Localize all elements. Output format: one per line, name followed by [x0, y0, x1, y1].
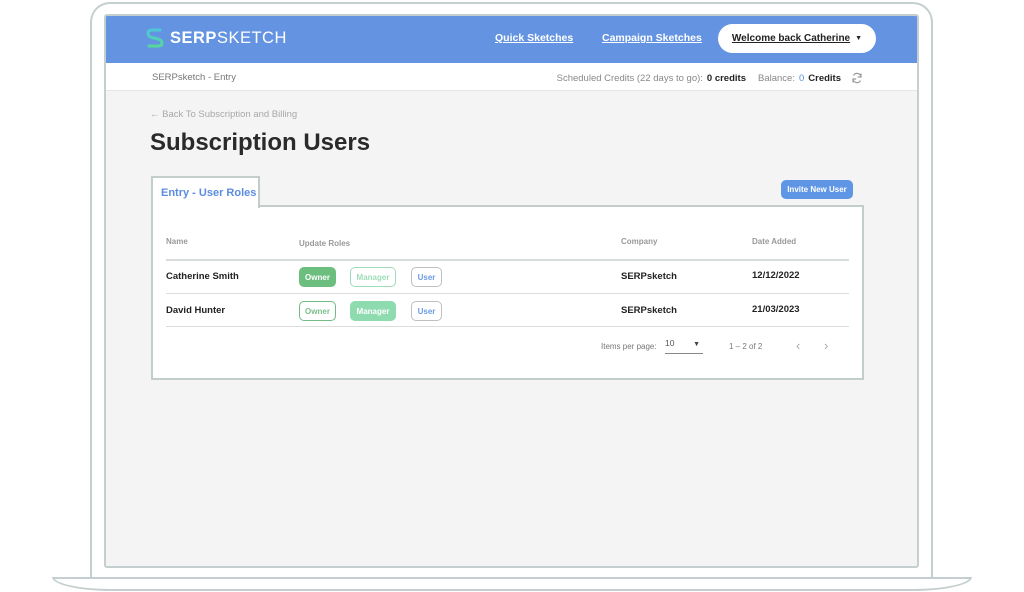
user-menu-button[interactable]: Welcome back Catherine ▼	[718, 24, 876, 53]
logo-text-bold: SERP	[170, 28, 217, 47]
user-company: SERPsketch	[621, 305, 677, 316]
role-user-button[interactable]: User	[411, 301, 442, 321]
page-title: Subscription Users	[150, 129, 371, 156]
user-name: Catherine Smith	[166, 271, 239, 282]
breadcrumb: SERPsketch - Entry	[152, 72, 236, 83]
pagination-range: 1 – 2 of 2	[729, 342, 763, 351]
role-manager-button[interactable]: Manager	[350, 301, 396, 321]
sub-header: SERPsketch - Entry Scheduled Credits (22…	[106, 63, 917, 91]
top-navbar: SERPSKETCH Quick Sketches Campaign Sketc…	[106, 16, 917, 63]
role-owner-button[interactable]: Owner	[299, 267, 336, 287]
column-header-update-roles: Update Roles	[299, 239, 351, 248]
user-menu-label: Welcome back Catherine	[731, 33, 851, 44]
prev-page-button[interactable]: ‹	[796, 338, 800, 353]
user-company: SERPsketch	[621, 271, 677, 282]
balance-unit: Credits	[808, 72, 841, 84]
nav-campaign-sketches[interactable]: Campaign Sketches	[602, 32, 702, 44]
app-screen: SERPSKETCH Quick Sketches Campaign Sketc…	[104, 14, 919, 568]
user-name: David Hunter	[166, 305, 226, 316]
role-manager-button[interactable]: Manager	[350, 267, 396, 287]
scheduled-credits-value: 0 credits	[706, 72, 746, 84]
logo-text-light: SKETCH	[216, 28, 287, 47]
role-owner-button[interactable]: Owner	[299, 301, 336, 321]
users-table-panel: Name Update Roles Company Date Added Cat…	[151, 205, 864, 380]
balance-label: Balance:	[757, 72, 795, 84]
date-added: 12/12/2022	[752, 270, 800, 281]
tab-user-roles[interactable]: Entry - User Roles	[151, 176, 260, 208]
logo[interactable]: SERPSKETCH	[146, 27, 287, 49]
invite-new-user-button[interactable]: Invite New User	[781, 180, 853, 199]
serpsketch-logo-icon	[146, 28, 164, 48]
column-header-date-added: Date Added	[752, 237, 797, 246]
header-divider	[166, 259, 849, 261]
items-per-page-value: 10	[665, 338, 675, 348]
items-per-page-label: Items per page:	[601, 342, 657, 351]
role-user-button[interactable]: User	[411, 267, 442, 287]
scheduled-credits-label: Scheduled Credits (22 days to go):	[556, 72, 703, 84]
refresh-icon[interactable]	[851, 72, 863, 84]
row-divider	[166, 326, 849, 327]
items-per-page-select[interactable]: 10 ▼	[665, 338, 703, 354]
row-divider	[166, 293, 849, 294]
date-added: 21/03/2023	[752, 304, 800, 315]
column-header-name: Name	[166, 237, 188, 246]
balance-number: 0	[798, 72, 805, 84]
next-page-button[interactable]: ›	[824, 338, 828, 353]
nav-quick-sketches[interactable]: Quick Sketches	[495, 32, 573, 44]
caret-down-icon: ▼	[693, 341, 700, 348]
column-header-company: Company	[621, 237, 658, 246]
caret-down-icon: ▼	[855, 35, 863, 42]
credits-info: Scheduled Credits (22 days to go): 0 cre…	[557, 72, 863, 84]
back-to-billing-link[interactable]: ← Back To Subscription and Billing	[150, 109, 297, 120]
laptop-base	[52, 577, 972, 591]
